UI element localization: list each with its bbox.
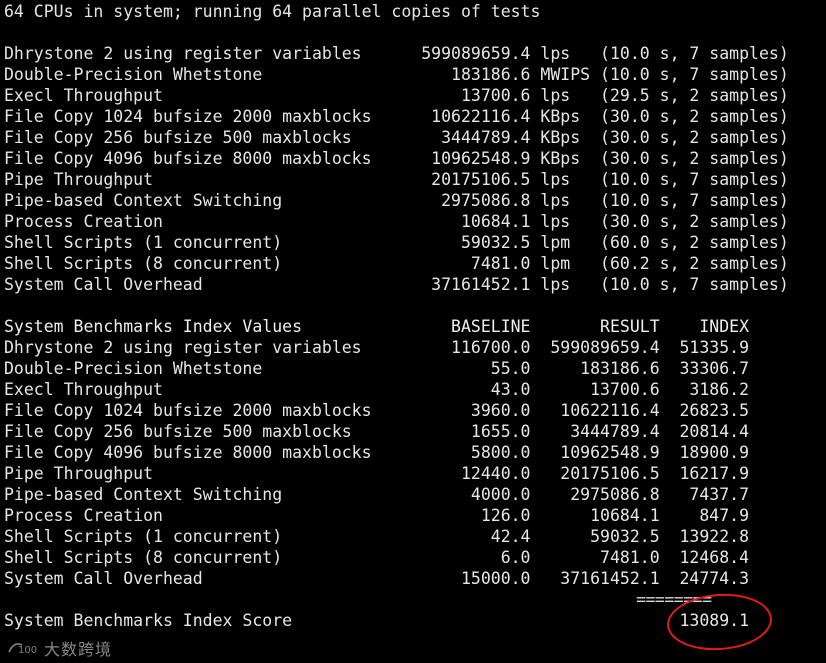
index-row: Double-Precision Whetstone 55.0 183186.6…: [4, 359, 750, 378]
raw-result-row: Shell Scripts (8 concurrent) 7481.0 lpm …: [4, 254, 789, 273]
index-row: Pipe Throughput 12440.0 20175106.5 16217…: [4, 464, 750, 483]
watermark: 100 大数跨境: [6, 637, 112, 659]
raw-result-row: File Copy 4096 bufsize 8000 maxblocks 10…: [4, 149, 789, 168]
watermark-label: 大数跨境: [44, 640, 113, 659]
cpu-info-line: 64 CPUs in system; running 64 parallel c…: [4, 2, 541, 21]
index-row: System Call Overhead 15000.0 37161452.1 …: [4, 569, 750, 588]
index-row: Pipe-based Context Switching 4000.0 2975…: [4, 485, 750, 504]
index-row: File Copy 4096 bufsize 8000 maxblocks 58…: [4, 443, 750, 462]
index-row: Shell Scripts (1 concurrent) 42.4 59032.…: [4, 527, 750, 546]
raw-result-row: Process Creation 10684.1 lps (30.0 s, 2 …: [4, 212, 789, 231]
index-row: Execl Throughput 43.0 13700.6 3186.2: [4, 380, 750, 399]
raw-result-row: File Copy 1024 bufsize 2000 maxblocks 10…: [4, 107, 789, 126]
raw-result-row: Pipe-based Context Switching 2975086.8 l…: [4, 191, 789, 210]
score-separator: ========: [4, 590, 712, 609]
index-row: Process Creation 126.0 10684.1 847.9: [4, 506, 750, 525]
watermark-logo-text: 100: [18, 645, 37, 656]
index-table-header: System Benchmarks Index Values BASELINE …: [4, 317, 750, 336]
index-row: Shell Scripts (8 concurrent) 6.0 7481.0 …: [4, 548, 750, 567]
raw-result-row: File Copy 256 bufsize 500 maxblocks 3444…: [4, 128, 789, 147]
raw-result-row: Double-Precision Whetstone 183186.6 MWIP…: [4, 65, 789, 84]
raw-result-row: System Call Overhead 37161452.1 lps (10.…: [4, 275, 789, 294]
raw-result-row: Shell Scripts (1 concurrent) 59032.5 lpm…: [4, 233, 789, 252]
index-row: File Copy 256 bufsize 500 maxblocks 1655…: [4, 422, 750, 441]
index-row: File Copy 1024 bufsize 2000 maxblocks 39…: [4, 401, 750, 420]
index-row: Dhrystone 2 using register variables 116…: [4, 338, 750, 357]
raw-result-row: Execl Throughput 13700.6 lps (29.5 s, 2 …: [4, 86, 789, 105]
raw-result-row: Dhrystone 2 using register variables 599…: [4, 44, 789, 63]
watermark-logo-icon: 100: [8, 643, 37, 656]
terminal-output: 64 CPUs in system; running 64 parallel c…: [4, 1, 822, 661]
raw-result-row: Pipe Throughput 20175106.5 lps (10.0 s, …: [4, 170, 789, 189]
index-score-line: System Benchmarks Index Score 13089.1: [4, 611, 750, 630]
